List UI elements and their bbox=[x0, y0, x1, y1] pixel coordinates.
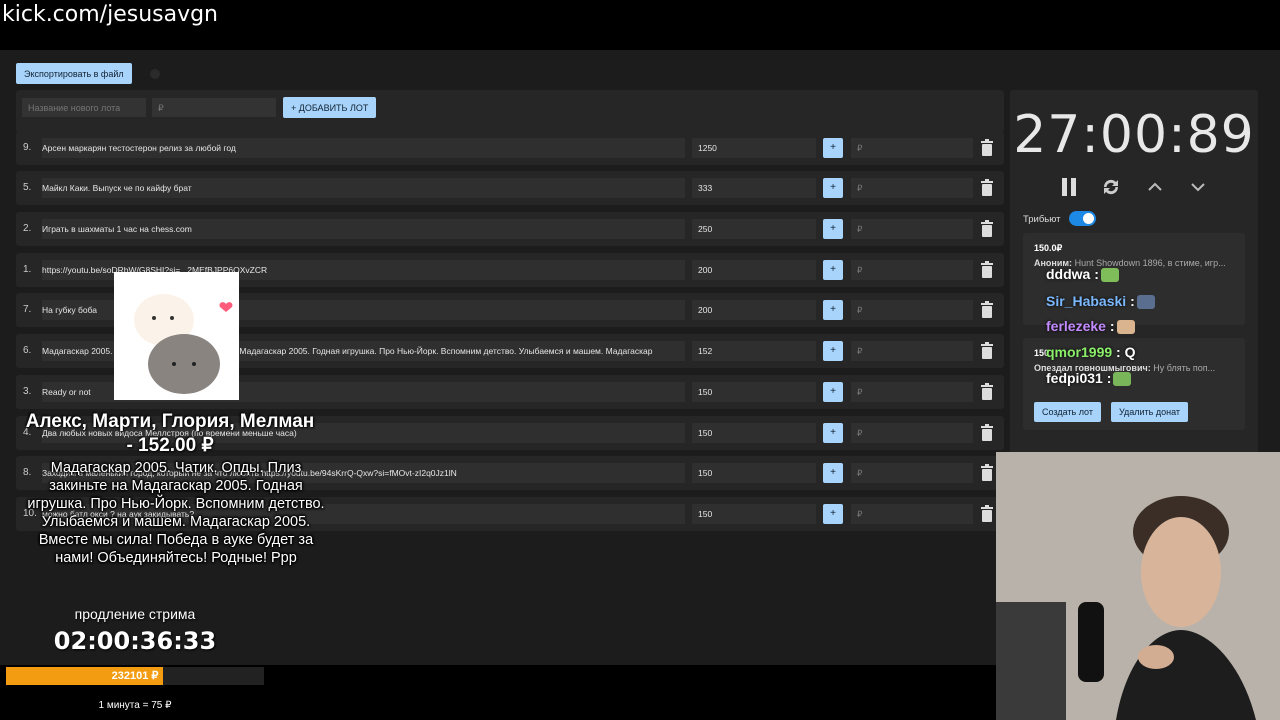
trash-icon[interactable] bbox=[980, 424, 994, 442]
emote-icon bbox=[1113, 372, 1132, 387]
auction-timer: 27:00:89 bbox=[1013, 105, 1255, 165]
streamer-image bbox=[996, 452, 1280, 720]
trash-icon[interactable] bbox=[980, 342, 994, 360]
lot-add-amount-input[interactable]: ₽ bbox=[851, 341, 973, 361]
extension-label: продление стрима bbox=[74, 606, 196, 622]
chat-username[interactable]: qmor1999 bbox=[1046, 344, 1112, 360]
tribute-toggle[interactable] bbox=[1069, 211, 1096, 226]
lot-amount-field[interactable]: 250 bbox=[692, 219, 816, 239]
status-dot bbox=[150, 69, 160, 79]
trash-icon[interactable] bbox=[980, 179, 994, 197]
lot-add-amount-input[interactable]: ₽ bbox=[851, 219, 973, 239]
lot-amount-field[interactable]: 150 bbox=[692, 504, 816, 524]
progress-total: 232101 ₽ bbox=[111, 670, 159, 682]
lot-amount-field[interactable]: 150 bbox=[692, 382, 816, 402]
lot-title-field[interactable]: Арсен маркарян тестостерон релиз за любо… bbox=[42, 138, 685, 158]
trash-icon[interactable] bbox=[980, 464, 994, 482]
lot-add-button[interactable]: + bbox=[823, 463, 843, 483]
tribute-label: Трибьют bbox=[1023, 214, 1061, 225]
lot-add-button[interactable]: + bbox=[823, 138, 843, 158]
lot-add-amount-input[interactable]: ₽ bbox=[851, 423, 973, 443]
lot-add-amount-input[interactable]: ₽ bbox=[851, 463, 973, 483]
lot-add-amount-input[interactable]: ₽ bbox=[851, 138, 973, 158]
chat-text: : bbox=[1094, 266, 1099, 282]
new-lot-name-input[interactable] bbox=[22, 98, 146, 117]
cat-sticker-image bbox=[114, 272, 239, 400]
chat-text: : bbox=[1130, 293, 1135, 309]
chat-username[interactable]: ferlezeke bbox=[1046, 318, 1106, 334]
refresh-icon[interactable] bbox=[1100, 176, 1122, 198]
add-lot-button[interactable]: + ДОБАВИТЬ ЛОТ bbox=[283, 97, 377, 118]
trash-icon[interactable] bbox=[980, 383, 994, 401]
cat-sticker bbox=[114, 272, 239, 400]
lot-title-field[interactable]: Майкл Каки. Выпуск че по кайфу брат bbox=[42, 178, 685, 198]
extension-timer: 02:00:36:33 bbox=[53, 627, 217, 655]
chat-username[interactable]: Sir_Habaski bbox=[1046, 293, 1126, 309]
lot-row: 2. Играть в шахматы 1 час на chess.com 250… bbox=[16, 212, 1004, 246]
lot-add-button[interactable]: + bbox=[823, 300, 843, 320]
emote-icon bbox=[1136, 295, 1155, 310]
chat-text: : Q bbox=[1116, 344, 1136, 360]
lot-number: 9. bbox=[23, 142, 32, 153]
trash-icon[interactable] bbox=[980, 301, 994, 319]
webcam-feed bbox=[996, 452, 1280, 720]
lot-title-field[interactable]: Играть в шахматы 1 час на chess.com bbox=[42, 219, 685, 239]
lot-add-button[interactable]: + bbox=[823, 341, 843, 361]
lot-amount-field[interactable]: 152 bbox=[692, 341, 816, 361]
export-button[interactable]: Экспортировать в файл bbox=[16, 63, 132, 84]
lot-add-button[interactable]: + bbox=[823, 260, 843, 280]
lot-add-button[interactable]: + bbox=[823, 382, 843, 402]
browser-url-bar: kick.com/jesusavgn bbox=[0, 0, 1280, 50]
chat-message: ferlezeke : bbox=[1046, 318, 1246, 335]
lot-number: 2. bbox=[23, 223, 32, 234]
lot-add-button[interactable]: + bbox=[823, 219, 843, 239]
lot-add-amount-input[interactable]: ₽ bbox=[851, 300, 973, 320]
pause-icon[interactable] bbox=[1058, 176, 1080, 198]
chat-message: Sir_Habaski : bbox=[1046, 293, 1246, 310]
chat-message: fedpi031 : bbox=[1046, 370, 1246, 387]
lot-amount-field[interactable]: 150 bbox=[692, 423, 816, 443]
rate-text: 1 минута = 75 ₽ bbox=[98, 700, 172, 711]
lot-row: 5. Майкл Каки. Выпуск че по кайфу брат 333… bbox=[16, 171, 1004, 205]
lot-add-button[interactable]: + bbox=[823, 178, 843, 198]
lot-amount-field[interactable]: 1250 bbox=[692, 138, 816, 158]
lot-add-amount-input[interactable]: ₽ bbox=[851, 178, 973, 198]
url-text[interactable]: kick.com/jesusavgn bbox=[2, 2, 218, 27]
new-lot-amount-input[interactable] bbox=[152, 98, 276, 117]
chevron-up-icon[interactable] bbox=[1144, 176, 1166, 198]
chevron-down-icon[interactable] bbox=[1187, 176, 1209, 198]
lot-add-amount-input[interactable]: ₽ bbox=[851, 504, 973, 524]
lot-number: 6. bbox=[23, 345, 32, 356]
emote-icon bbox=[1100, 268, 1119, 283]
lot-add-button[interactable]: + bbox=[823, 423, 843, 443]
lot-amount-field[interactable]: 150 bbox=[692, 463, 816, 483]
alert-message: Мадагаскар 2005. Чатик. Опды. Плиз закин… bbox=[27, 460, 325, 566]
trash-icon[interactable] bbox=[980, 220, 994, 238]
chat-username[interactable]: fedpi031 bbox=[1046, 370, 1103, 386]
lot-row: 9. Арсен маркарян тестостерон релиз за лю… bbox=[16, 131, 1004, 165]
lot-amount-field[interactable]: 200 bbox=[692, 260, 816, 280]
chat-text: : bbox=[1109, 318, 1115, 334]
lot-add-amount-input[interactable]: ₽ bbox=[851, 260, 973, 280]
emote-icon bbox=[1116, 320, 1135, 335]
lot-add-amount-input[interactable]: ₽ bbox=[851, 382, 973, 402]
lot-amount-field[interactable]: 200 bbox=[692, 300, 816, 320]
trash-icon[interactable] bbox=[980, 505, 994, 523]
chat-message: qmor1999 : Q bbox=[1046, 344, 1246, 360]
lot-number: 7. bbox=[23, 304, 32, 315]
lot-number: 5. bbox=[23, 182, 32, 193]
chat-text: : bbox=[1106, 370, 1112, 386]
chat-username[interactable]: dddwa bbox=[1046, 266, 1090, 282]
lot-number: 1. bbox=[23, 264, 32, 275]
alert-title: Алекс, Марти, Глория, Мелман - 152.00 ₽ bbox=[25, 411, 315, 456]
delete-donate-button[interactable]: Удалить донат bbox=[1111, 402, 1189, 422]
create-lot-button[interactable]: Создать лот bbox=[1034, 402, 1101, 422]
lot-number: 3. bbox=[23, 386, 32, 397]
trash-icon[interactable] bbox=[980, 139, 994, 157]
trash-icon[interactable] bbox=[980, 261, 994, 279]
lot-add-button[interactable]: + bbox=[823, 504, 843, 524]
lot-amount-field[interactable]: 333 bbox=[692, 178, 816, 198]
donation-amount: 150.0₽ bbox=[1034, 243, 1063, 253]
chat-message: dddwa : bbox=[1046, 266, 1246, 283]
